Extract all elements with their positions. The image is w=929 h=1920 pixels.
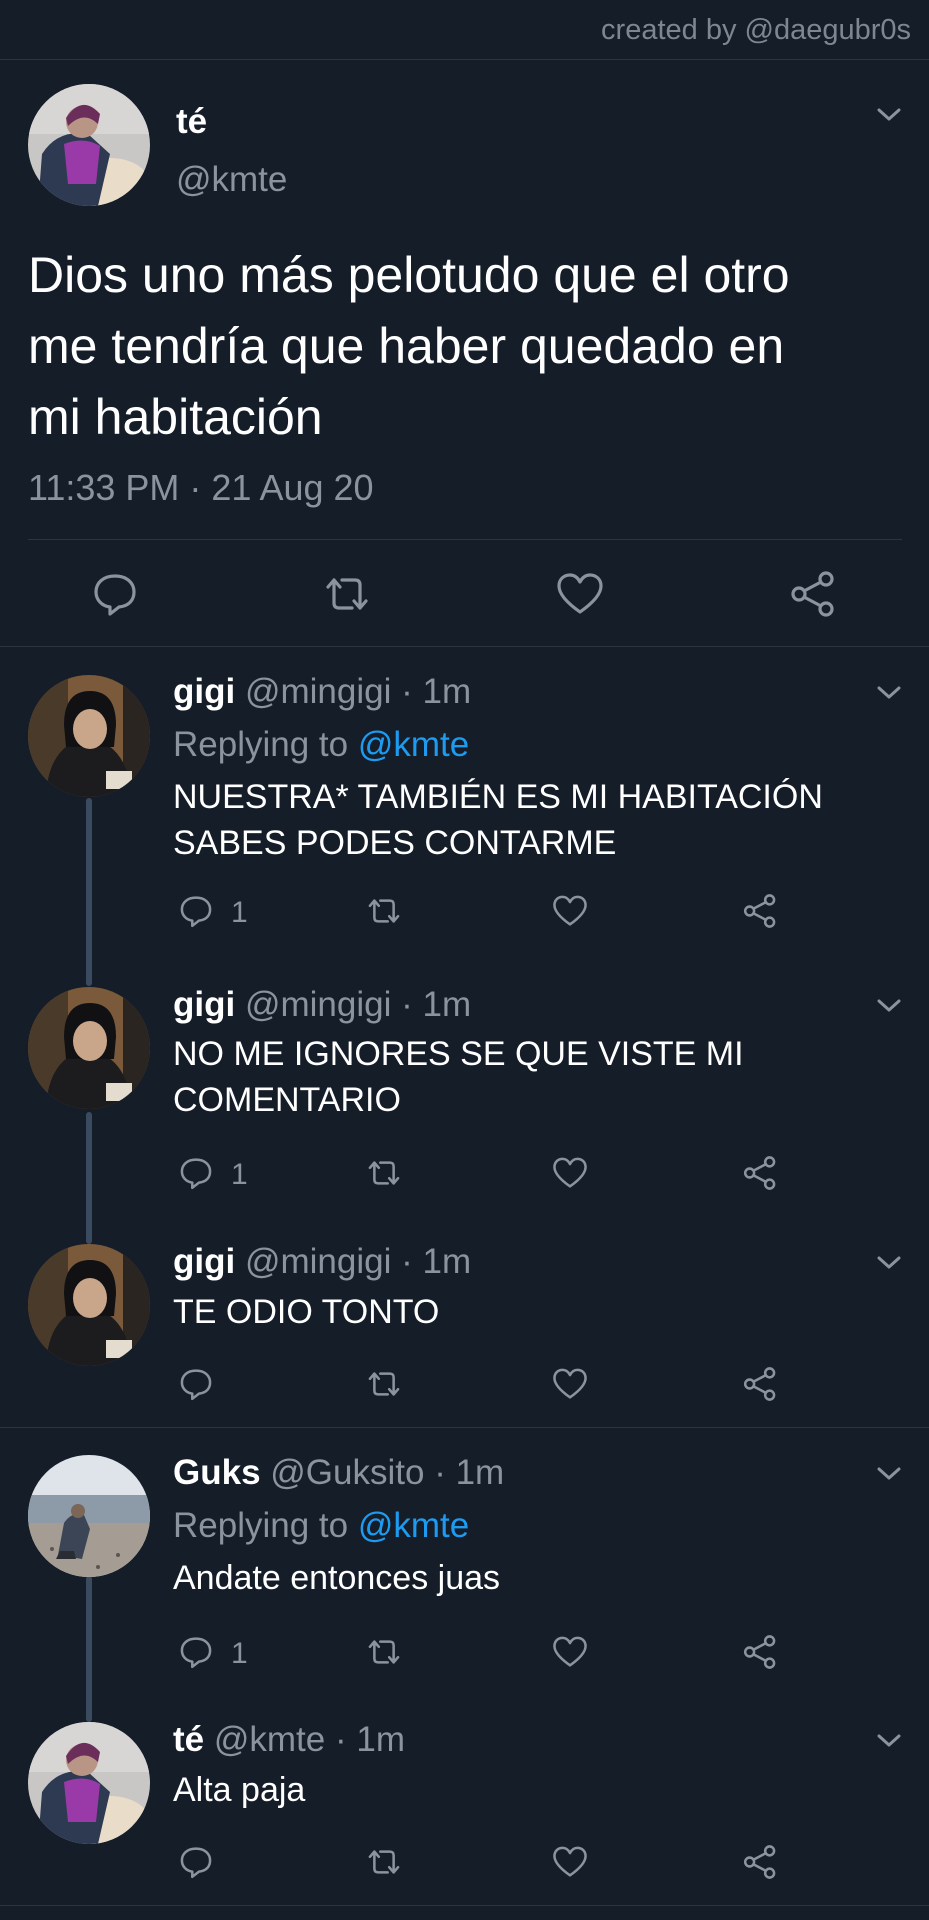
heart-icon[interactable] xyxy=(550,891,590,931)
replying-to-label: Replying to xyxy=(173,1506,358,1545)
avatar[interactable] xyxy=(28,987,150,1109)
reply-bubble-icon[interactable] xyxy=(176,1842,216,1882)
author-name[interactable]: gigi xyxy=(173,985,235,1024)
retweet-icon[interactable] xyxy=(364,1153,404,1193)
reply-text: NUESTRA* TAMBIÉN ES MI HABITACIÓN SABES … xyxy=(173,774,893,866)
reply-text-line: TE ODIO TONTO xyxy=(173,1293,440,1331)
avatar[interactable] xyxy=(28,1455,150,1577)
heart-icon[interactable] xyxy=(553,567,607,621)
divider xyxy=(28,539,902,540)
reply-text: NO ME IGNORES SE QUE VISTE MI COMENTARIO xyxy=(173,1031,893,1123)
retweet-icon[interactable] xyxy=(364,1364,404,1404)
author-handle[interactable]: @mingigi xyxy=(245,1242,391,1281)
reply-actions xyxy=(0,1842,929,1890)
reply-text-line: NUESTRA* TAMBIÉN ES MI HABITACIÓN xyxy=(173,778,823,816)
chevron-down-icon[interactable] xyxy=(875,1730,903,1750)
reply-text-line: NO ME IGNORES SE QUE VISTE MI xyxy=(173,1035,744,1073)
reply-text-line: Alta paja xyxy=(173,1771,306,1809)
author-handle[interactable]: @mingigi xyxy=(245,672,391,711)
author-handle[interactable]: @Guksito xyxy=(270,1453,424,1492)
replying-to: Replying to @kmte xyxy=(173,1506,469,1546)
avatar[interactable] xyxy=(28,675,150,797)
reply-time: · 1m xyxy=(434,1453,505,1492)
reply-header: gigi @mingigi · 1m xyxy=(173,985,471,1025)
reply-bubble-icon[interactable] xyxy=(176,1364,216,1404)
reply-time: · 1m xyxy=(334,1720,405,1759)
reply-text-line: COMENTARIO xyxy=(173,1081,401,1119)
reply-actions xyxy=(0,1364,929,1412)
retweet-icon[interactable] xyxy=(364,891,404,931)
author-name[interactable]: gigi xyxy=(173,1242,235,1281)
reply-text: Alta paja xyxy=(173,1767,893,1813)
avatar[interactable] xyxy=(28,84,150,206)
divider xyxy=(0,1905,929,1906)
reply-actions: 1 xyxy=(0,1632,929,1680)
credit-watermark: created by @daegubr0s xyxy=(601,14,911,46)
reply-time: · 1m xyxy=(401,1242,472,1281)
heart-icon[interactable] xyxy=(550,1364,590,1404)
tweet-text: Dios uno más pelotudo que el otro me ten… xyxy=(28,240,898,453)
main-tweet: té @kmte Dios uno más pelotudo que el ot… xyxy=(0,60,929,646)
divider xyxy=(0,646,929,647)
author-name[interactable]: gigi xyxy=(173,672,235,711)
heart-icon[interactable] xyxy=(550,1842,590,1882)
retweet-icon[interactable] xyxy=(364,1632,404,1672)
share-icon[interactable] xyxy=(786,567,840,621)
replying-to: Replying to @kmte xyxy=(173,725,469,765)
author-name[interactable]: Guks xyxy=(173,1453,261,1492)
reply-text-line: Andate entonces juas xyxy=(173,1559,501,1597)
reply-bubble-icon[interactable] xyxy=(176,1632,216,1672)
replying-to-link[interactable]: @kmte xyxy=(358,725,469,764)
author-handle[interactable]: @kmte xyxy=(176,160,287,200)
reply-count: 1 xyxy=(231,1158,248,1191)
avatar[interactable] xyxy=(28,1244,150,1366)
tweet-text-line: Dios uno más pelotudo que el otro xyxy=(28,247,790,303)
reply-time: · 1m xyxy=(401,672,472,711)
author-handle[interactable]: @mingigi xyxy=(245,985,391,1024)
heart-icon[interactable] xyxy=(550,1153,590,1193)
chevron-down-icon[interactable] xyxy=(875,1463,903,1483)
reply-text: TE ODIO TONTO xyxy=(173,1289,893,1335)
reply-bubble-icon[interactable] xyxy=(176,891,216,931)
share-icon[interactable] xyxy=(740,891,780,931)
tweet-actions xyxy=(0,567,929,647)
share-icon[interactable] xyxy=(740,1632,780,1672)
avatar[interactable] xyxy=(28,1722,150,1844)
reply-bubble-icon[interactable] xyxy=(88,567,142,621)
replying-to-label: Replying to xyxy=(173,725,358,764)
chevron-down-icon[interactable] xyxy=(875,682,903,702)
share-icon[interactable] xyxy=(740,1842,780,1882)
tweet-text-line: mi habitación xyxy=(28,389,323,445)
chevron-down-icon[interactable] xyxy=(875,1252,903,1272)
reply-actions: 1 xyxy=(0,1153,929,1201)
tweet-timestamp[interactable]: 11:33 PM · 21 Aug 20 xyxy=(28,467,374,509)
reply-actions: 1 xyxy=(0,891,929,939)
author-handle[interactable]: @kmte xyxy=(214,1720,325,1759)
reply-header: gigi @mingigi · 1m xyxy=(173,672,471,712)
reply-bubble-icon[interactable] xyxy=(176,1153,216,1193)
author-name[interactable]: té xyxy=(176,102,207,142)
heart-icon[interactable] xyxy=(550,1632,590,1672)
author-name[interactable]: té xyxy=(173,1720,204,1759)
retweet-icon[interactable] xyxy=(320,567,374,621)
reply-text: Andate entonces juas xyxy=(173,1555,893,1601)
chevron-down-icon[interactable] xyxy=(875,995,903,1015)
reply-count: 1 xyxy=(231,896,248,929)
share-icon[interactable] xyxy=(740,1364,780,1404)
reply-time: · 1m xyxy=(401,985,472,1024)
reply-header: Guks @Guksito · 1m xyxy=(173,1453,504,1493)
reply-header: gigi @mingigi · 1m xyxy=(173,1242,471,1282)
tweet-text-line: me tendría que haber quedado en xyxy=(28,318,785,374)
reply-text-line: SABES PODES CONTARME xyxy=(173,824,617,862)
share-icon[interactable] xyxy=(740,1153,780,1193)
replying-to-link[interactable]: @kmte xyxy=(358,1506,469,1545)
chevron-down-icon[interactable] xyxy=(875,104,903,124)
reply-count: 1 xyxy=(231,1637,248,1670)
reply-header: té @kmte · 1m xyxy=(173,1720,405,1760)
retweet-icon[interactable] xyxy=(364,1842,404,1882)
divider xyxy=(0,1427,929,1428)
